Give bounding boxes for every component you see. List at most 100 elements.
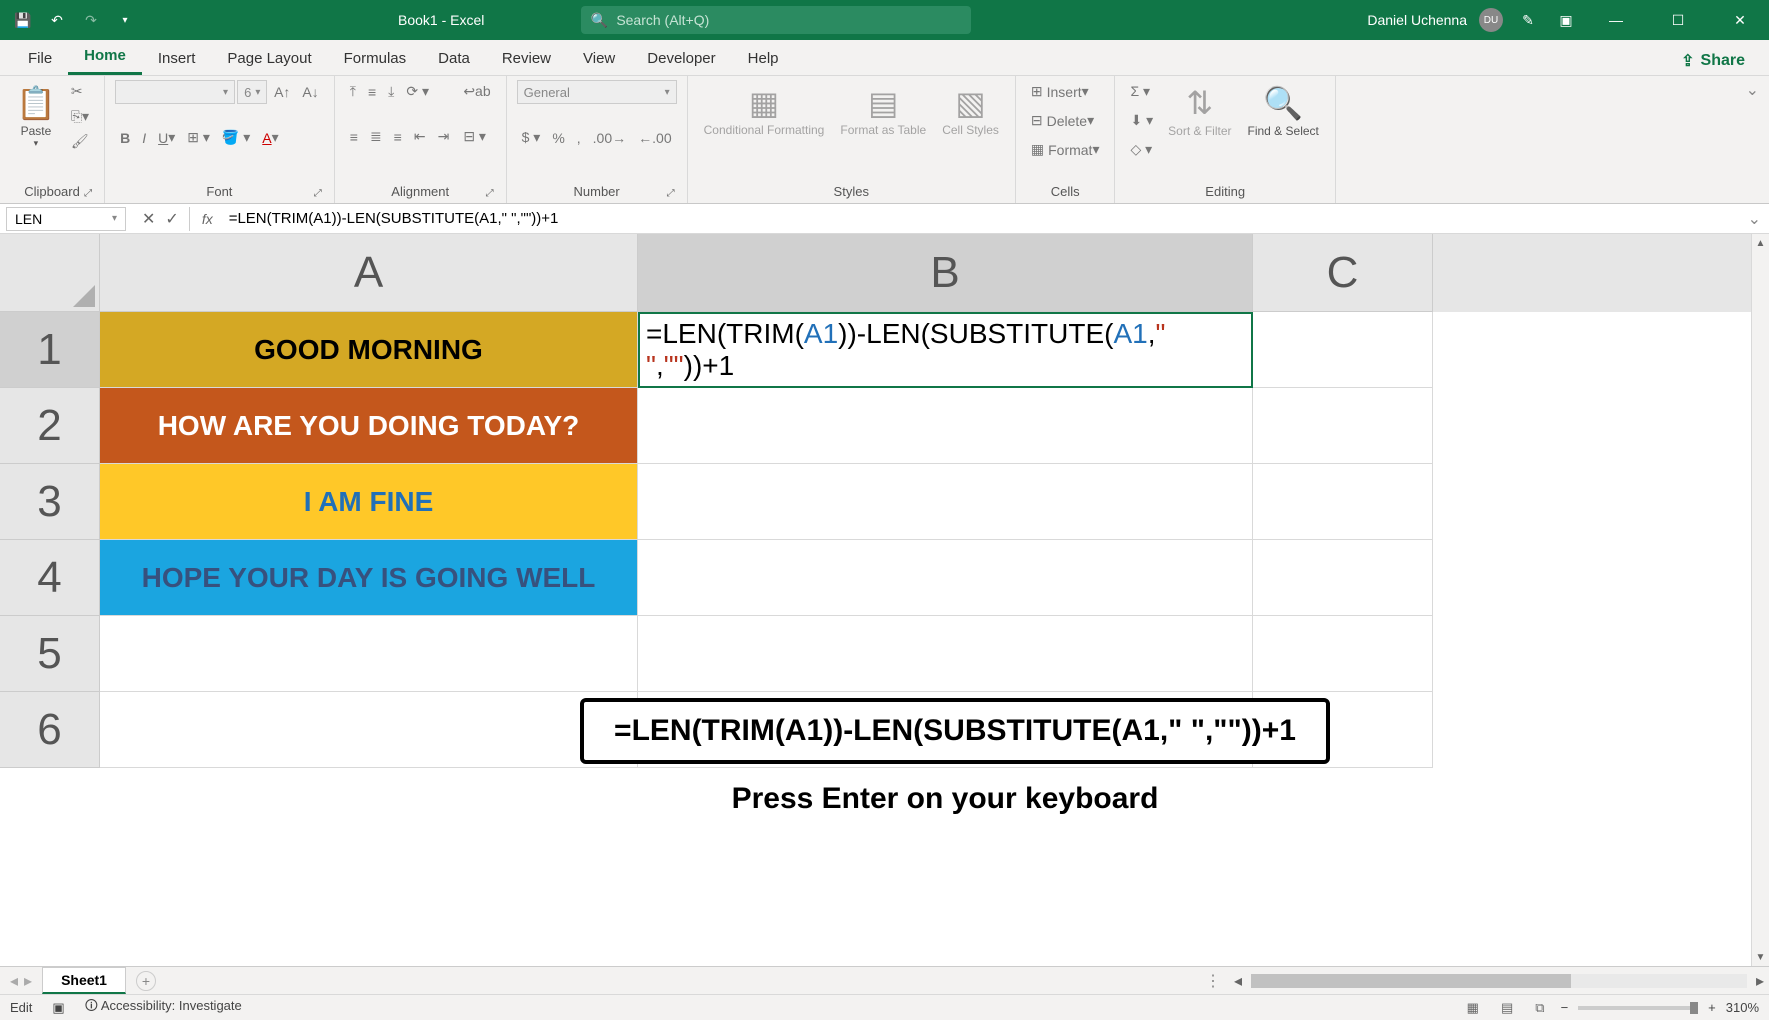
column-header-b[interactable]: B [638,234,1253,312]
close-button[interactable]: ✕ [1715,0,1765,40]
font-family-select[interactable]: ▾ [115,80,235,104]
increase-font-button[interactable]: A↑ [269,81,295,103]
decrease-decimal-button[interactable]: ←.00 [633,127,676,149]
tab-home[interactable]: Home [68,39,142,75]
align-left-button[interactable]: ≡ [345,126,363,148]
collapse-ribbon-button[interactable]: ⌄ [1736,76,1769,203]
cancel-formula-button[interactable]: ✕ [142,209,155,229]
copy-button[interactable]: ⎘ ▾ [66,105,94,128]
cell-a3[interactable]: I AM FINE [100,464,638,540]
scroll-down-icon[interactable]: ▼ [1752,948,1769,966]
tab-page-layout[interactable]: Page Layout [211,42,327,75]
autosum-button[interactable]: Σ ▾ [1125,80,1158,103]
share-button[interactable]: ⇪ Share [1671,47,1755,75]
conditional-formatting-button[interactable]: ▦ Conditional Formatting [698,80,831,141]
row-header-2[interactable]: 2 [0,388,100,464]
sheet-nav-next-icon[interactable]: ▸ [24,971,32,991]
vertical-scrollbar[interactable]: ▲ ▼ [1751,234,1769,966]
cell-a4[interactable]: HOPE YOUR DAY IS GOING WELL [100,540,638,616]
maximize-button[interactable]: ☐ [1653,0,1703,40]
cell-b2[interactable] [638,388,1253,464]
zoom-out-button[interactable]: − [1561,1000,1569,1015]
delete-cells-button[interactable]: ⊟ Delete ▾ [1026,109,1105,132]
orientation-button[interactable]: ⟳ ▾ [401,80,434,103]
sheet-nav-prev-icon[interactable]: ◂ [10,971,18,991]
decrease-font-button[interactable]: A↓ [297,81,323,103]
add-sheet-button[interactable]: + [136,971,156,991]
clear-button[interactable]: ◇ ▾ [1125,138,1158,161]
ribbon-display-icon[interactable]: ▣ [1553,7,1579,33]
cell-b1[interactable]: =LEN(TRIM(A1))-LEN(SUBSTITUTE(A1," ","")… [638,312,1253,388]
row-header-1[interactable]: 1 [0,312,100,388]
zoom-level[interactable]: 310% [1726,1000,1759,1015]
merge-center-button[interactable]: ⊟ ▾ [458,125,495,148]
cell-c4[interactable] [1253,540,1433,616]
vscroll-track[interactable] [1752,252,1769,948]
tab-developer[interactable]: Developer [631,42,731,75]
font-launcher-icon[interactable]: ⤢ [314,188,322,199]
font-color-button[interactable]: A ▾ [257,126,283,149]
name-box-dropdown-icon[interactable]: ▾ [112,213,117,224]
page-break-view-button[interactable]: ⧉ [1529,998,1550,1018]
hscroll-thumb[interactable] [1251,974,1571,988]
sheet-tab-1[interactable]: Sheet1 [42,967,126,994]
row-header-3[interactable]: 3 [0,464,100,540]
fill-button[interactable]: ⬇ ▾ [1125,109,1158,132]
cell-a1[interactable]: GOOD MORNING [100,312,638,388]
number-format-select[interactable]: General▾ [517,80,677,104]
cell-styles-button[interactable]: ▧ Cell Styles [936,80,1005,141]
zoom-in-button[interactable]: + [1708,1000,1716,1015]
cell-b3[interactable] [638,464,1253,540]
scroll-right-icon[interactable]: ▸ [1751,971,1769,991]
tab-formulas[interactable]: Formulas [328,42,423,75]
increase-decimal-button[interactable]: .00→ [588,127,631,149]
align-right-button[interactable]: ≡ [389,126,407,148]
comma-button[interactable]: , [572,127,586,149]
tab-help[interactable]: Help [732,42,795,75]
decrease-indent-button[interactable]: ⇤ [409,125,431,148]
select-all-button[interactable] [0,234,100,312]
border-button[interactable]: ⊞ ▾ [182,126,215,149]
underline-button[interactable]: U ▾ [153,126,180,149]
format-table-button[interactable]: ▤ Format as Table [834,80,932,141]
formula-input[interactable] [221,208,1740,229]
hscroll-track[interactable] [1251,974,1747,988]
scroll-up-icon[interactable]: ▲ [1752,234,1769,252]
horizontal-scrollbar[interactable]: ◂ ▸ [1229,972,1769,990]
cut-button[interactable]: ✂ [66,80,94,103]
qat-dropdown-icon[interactable]: ▾ [112,7,138,33]
tab-review[interactable]: Review [486,42,567,75]
bold-button[interactable]: B [115,127,135,149]
percent-button[interactable]: % [547,127,569,149]
hscroll-split-icon[interactable]: ⋮ [1197,971,1229,991]
normal-view-button[interactable]: ▦ [1461,998,1485,1018]
paste-button[interactable]: 📋 Paste ▾ [10,80,62,153]
cell-b4[interactable] [638,540,1253,616]
tab-insert[interactable]: Insert [142,42,212,75]
search-box[interactable]: 🔍 Search (Alt+Q) [581,6,971,34]
page-layout-view-button[interactable]: ▤ [1495,998,1519,1018]
row-header-6[interactable]: 6 [0,692,100,768]
minimize-button[interactable]: — [1591,0,1641,40]
zoom-thumb[interactable] [1690,1002,1698,1014]
zoom-slider[interactable] [1578,1006,1698,1010]
align-top-button[interactable]: ⤒ [345,80,361,103]
cell-a5[interactable] [100,616,638,692]
sort-filter-button[interactable]: ⇅ Sort & Filter [1162,80,1237,142]
expand-formula-bar-button[interactable]: ⌄ [1740,209,1769,229]
touch-mode-icon[interactable]: ✎ [1515,7,1541,33]
italic-button[interactable]: I [137,127,151,149]
name-box[interactable]: LEN ▾ [6,207,126,231]
cell-c2[interactable] [1253,388,1433,464]
cell-c1[interactable] [1253,312,1433,388]
tab-data[interactable]: Data [422,42,486,75]
redo-icon[interactable]: ↷ [78,7,104,33]
insert-cells-button[interactable]: ⊞ Insert ▾ [1026,80,1105,103]
column-header-a[interactable]: A [100,234,638,312]
cell-c5[interactable] [1253,616,1433,692]
undo-icon[interactable]: ↶ [44,7,70,33]
row-header-4[interactable]: 4 [0,540,100,616]
tab-file[interactable]: File [12,42,68,75]
increase-indent-button[interactable]: ⇥ [433,125,455,148]
number-launcher-icon[interactable]: ⤢ [667,188,675,199]
